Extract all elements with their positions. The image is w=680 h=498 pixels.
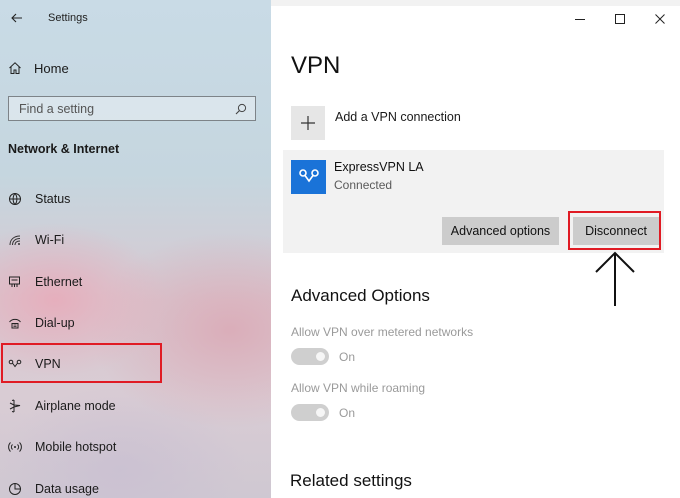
wifi-icon: [7, 232, 23, 248]
sidebar-item-mobile-hotspot[interactable]: Mobile hotspot: [0, 432, 271, 462]
sidebar-item-label: Ethernet: [35, 275, 83, 289]
roaming-toggle[interactable]: [291, 404, 329, 421]
close-icon: [655, 14, 665, 24]
metered-toggle-state: On: [339, 349, 356, 364]
advanced-options-button[interactable]: Advanced options: [442, 217, 559, 245]
metered-option-label: Allow VPN over metered networks: [291, 325, 474, 339]
maximize-button[interactable]: [600, 6, 640, 32]
sidebar-item-label: Wi-Fi: [35, 233, 65, 247]
page-title: VPN: [291, 52, 341, 79]
sidebar-item-data-usage[interactable]: Data usage: [0, 474, 271, 498]
sidebar-item-status[interactable]: Status: [0, 184, 271, 214]
sidebar-item-label: Mobile hotspot: [35, 440, 117, 454]
maximize-icon: [615, 14, 625, 24]
vpn-connection-name: ExpressVPN LA: [334, 160, 424, 174]
search-icon: [235, 103, 247, 114]
back-arrow-icon: [11, 13, 22, 23]
airplane-icon: [7, 398, 23, 414]
add-vpn-row[interactable]: Add a VPN connection: [291, 106, 461, 140]
close-button[interactable]: [640, 6, 680, 32]
disconnect-highlight: [568, 211, 661, 250]
search-input[interactable]: Find a setting: [8, 96, 256, 121]
up-arrow-icon: [595, 251, 635, 306]
sidebar-item-label: Data usage: [35, 482, 99, 496]
globe-icon: [7, 191, 23, 207]
add-vpn-label: Add a VPN connection: [335, 110, 461, 124]
dialup-icon: [7, 315, 23, 331]
back-button[interactable]: [2, 0, 32, 36]
minimize-icon: [575, 19, 585, 20]
metered-toggle[interactable]: [291, 348, 329, 365]
sidebar-item-ethernet[interactable]: Ethernet: [0, 267, 271, 297]
app-title: Settings: [48, 12, 88, 24]
data-usage-icon: [7, 481, 23, 497]
vpn-selection-highlight: [1, 343, 162, 383]
related-settings-title: Related settings: [290, 471, 412, 490]
vpn-logo: [291, 160, 326, 194]
search-placeholder: Find a setting: [19, 101, 95, 116]
hotspot-icon: [7, 439, 23, 455]
roaming-option-label: Allow VPN while roaming: [291, 381, 426, 395]
sidebar: Settings Home Find a setting Network & I…: [0, 0, 271, 498]
sidebar-item-wifi[interactable]: Wi-Fi: [0, 225, 271, 255]
ethernet-icon: [7, 274, 23, 290]
home-label: Home: [34, 60, 69, 76]
home-icon: [9, 62, 21, 74]
home-nav-item[interactable]: Home: [8, 56, 69, 80]
sidebar-item-airplane-mode[interactable]: Airplane mode: [0, 391, 271, 421]
advanced-options-title: Advanced Options: [291, 286, 430, 305]
roaming-toggle-state: On: [339, 405, 356, 420]
vpn-connection-status: Connected: [334, 178, 393, 192]
sidebar-item-label: Status: [35, 192, 71, 206]
add-vpn-button[interactable]: [291, 106, 325, 140]
metered-toggle-row: On: [291, 348, 355, 365]
section-title: Network & Internet: [8, 142, 120, 156]
main-content: VPN Add a VPN connection ExpressVPN LA C…: [271, 0, 680, 498]
window-controls: [560, 6, 680, 32]
sidebar-item-dialup[interactable]: Dial-up: [0, 308, 271, 338]
plus-icon: [301, 116, 315, 130]
minimize-button[interactable]: [560, 6, 600, 32]
title-bar: Settings: [0, 0, 271, 36]
vpn-icon: [298, 169, 319, 183]
sidebar-item-label: Airplane mode: [35, 399, 116, 413]
sidebar-item-label: Dial-up: [35, 316, 75, 330]
roaming-toggle-row: On: [291, 404, 355, 421]
